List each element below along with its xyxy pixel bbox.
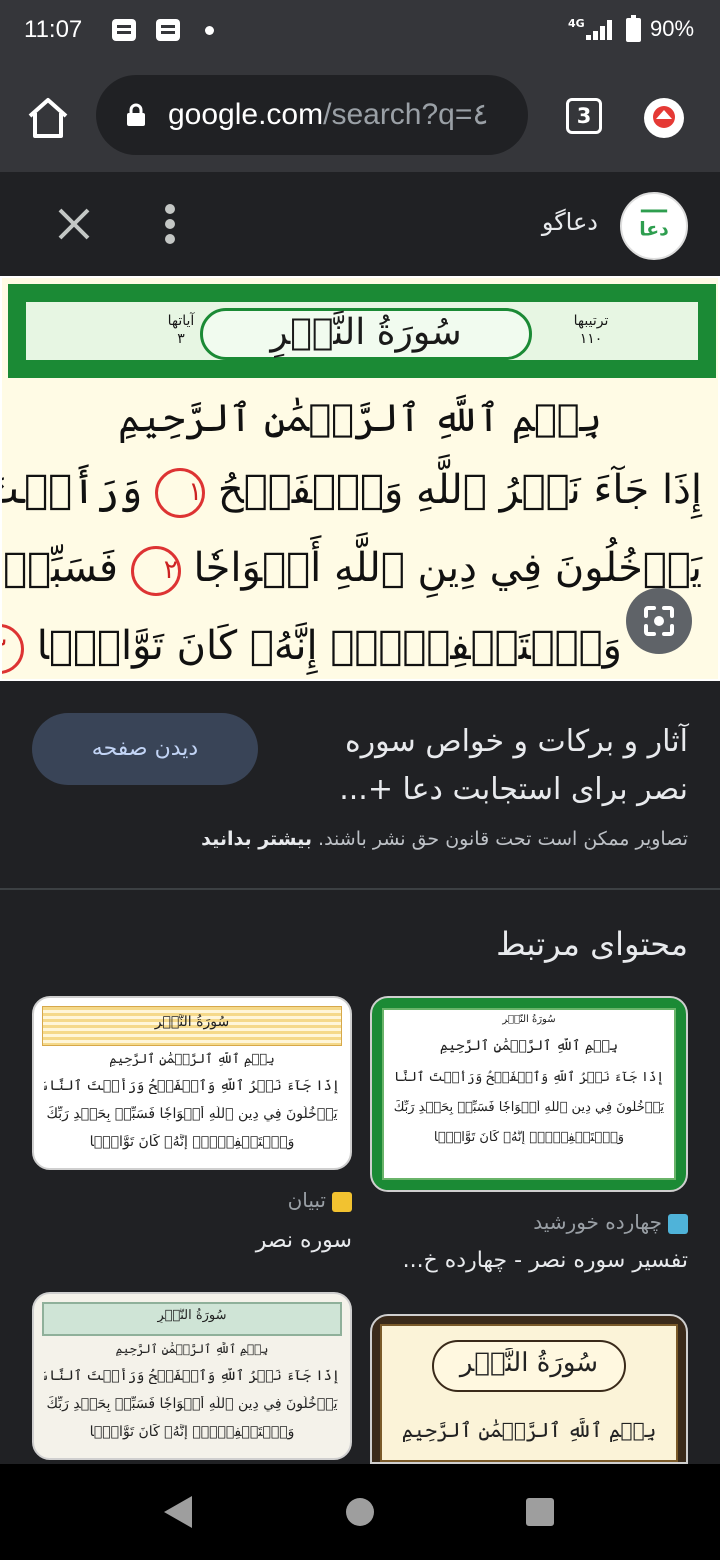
browser-toolbar: google.com/search?q=٤ 3	[0, 62, 720, 172]
battery-icon	[626, 15, 641, 42]
related-image-4[interactable]: سُورَةُ النَّصۡرِ بِسۡمِ ٱللَّهِ ٱلرَّحۡ…	[370, 1314, 688, 1464]
ayah-number-marker: ١	[155, 468, 206, 518]
related-title-2[interactable]: سوره نصر	[150, 1228, 352, 1253]
site-name[interactable]: دعاگو	[470, 208, 598, 236]
basmala: بِسۡمِ ٱللَّهِ ٱلرَّحۡمَٰنِ ٱلرَّحِيمِ	[118, 396, 602, 440]
close-icon[interactable]	[56, 206, 92, 242]
image-caption[interactable]: آثار و برکات و خواص سوره نصر برای استجاب…	[300, 718, 688, 814]
status-bar: 11:07 4G 90%	[0, 0, 720, 62]
surah-title: سُورَةُ النَّصۡرِ	[200, 308, 532, 360]
related-image-2[interactable]: سُورَةُ النَّصۡرِ بِسۡمِ ٱللَّهِ ٱلرَّحۡ…	[32, 996, 352, 1170]
site-logo: دعا	[620, 192, 688, 260]
home-circle-icon[interactable]	[346, 1498, 374, 1526]
ayah-line: وَٱسۡتَغۡفِرۡهُۚ إِنَّهُۥ كَانَ تَوَّابَ…	[2, 618, 702, 674]
back-icon[interactable]	[164, 1496, 192, 1528]
related-image-3[interactable]: سُورَةُ النَّصۡرِ بِسۡمِ ٱللَّهِ ٱلرَّحۡ…	[32, 1292, 352, 1460]
notification-icon	[156, 19, 180, 41]
main-image[interactable]: آياتها ٣ سُورَةُ النَّصۡرِ ترتيبها ١١٠ بِس…	[0, 276, 720, 681]
recent-apps-icon[interactable]	[526, 1498, 554, 1526]
svg-text:دعا: دعا	[639, 219, 669, 240]
image-viewer-header	[0, 172, 720, 276]
signal-icon	[586, 20, 616, 40]
more-notifications-icon	[205, 26, 214, 35]
notification-icon	[112, 19, 136, 41]
related-image-1[interactable]: سُورَةُ النَّصۡرِ بِسۡمِ ٱللَّهِ ٱلرَّحۡ…	[370, 996, 688, 1192]
lock-icon	[127, 103, 145, 126]
tab-switcher-button[interactable]: 3	[566, 98, 602, 134]
ayah-line: إِذَا جَآءَ نَصۡرُ ٱللَّهِ وَٱلۡفَتۡحُ ١…	[2, 462, 702, 518]
address-bar[interactable]: google.com/search?q=٤	[96, 75, 528, 155]
learn-more-link[interactable]: بیشتر بدانید	[201, 828, 312, 850]
battery-percent: 90%	[650, 16, 695, 41]
url-text: google.com/search?q=٤	[168, 98, 489, 131]
divider	[0, 888, 720, 890]
verses-count-label: آياتها ٣	[167, 313, 195, 347]
related-source-1: چهارده خورشید	[440, 1210, 688, 1234]
related-title-1[interactable]: تفسیر سوره نصر - چهارده خ...	[370, 1248, 688, 1273]
system-navigation-bar	[0, 1464, 720, 1560]
surah-order-label: ترتيبها ١١٠	[573, 313, 609, 347]
clock: 11:07	[24, 16, 83, 43]
related-source-2: تبیان	[200, 1188, 352, 1212]
ayah-line: يَدۡخُلُونَ فِي دِينِ ٱللَّهِ أَفۡوَاجٗا…	[2, 540, 702, 596]
google-lens-button[interactable]	[626, 588, 692, 654]
ayah-number-marker: ٣	[2, 624, 25, 674]
update-icon[interactable]	[644, 98, 684, 138]
visit-page-button[interactable]: دیدن صفحه	[32, 713, 258, 785]
source-favicon-icon	[668, 1213, 688, 1234]
home-icon[interactable]	[24, 94, 72, 142]
lens-icon	[644, 606, 674, 636]
surah-header-frame: آياتها ٣ سُورَةُ النَّصۡرِ ترتيبها ١١٠	[8, 284, 716, 378]
network-type: 4G	[568, 17, 585, 30]
more-options-icon[interactable]	[160, 204, 180, 244]
copyright-notice: تصاویر ممکن است تحت قانون حق نشر باشند. …	[201, 828, 688, 850]
related-content-heading: محتوای مرتبط	[496, 925, 688, 963]
source-favicon-icon	[332, 1191, 352, 1212]
ayah-number-marker: ٢	[130, 546, 181, 596]
